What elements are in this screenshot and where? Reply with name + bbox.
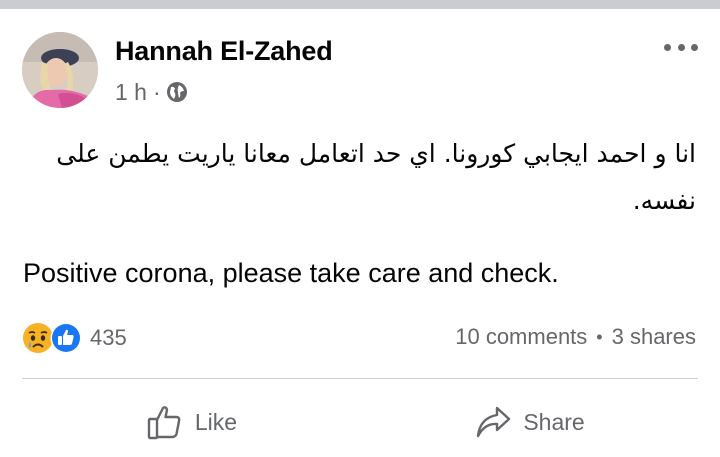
more-options-icon[interactable] — [664, 40, 698, 54]
avatar[interactable] — [22, 32, 98, 108]
more-dot — [664, 43, 671, 51]
reaction-icons — [22, 322, 82, 354]
stats-separator: • — [596, 326, 603, 347]
like-reaction-icon — [50, 322, 82, 354]
shares-count[interactable]: 3 shares — [612, 324, 696, 350]
like-button[interactable]: Like — [22, 392, 360, 452]
post-time[interactable]: 1 h — [115, 79, 147, 106]
share-arrow-icon — [477, 406, 511, 438]
comments-count[interactable]: 10 comments — [455, 324, 587, 350]
post-meta: 1 h · — [115, 77, 188, 107]
thumbs-up-icon — [147, 406, 181, 440]
like-label: Like — [194, 408, 238, 435]
post-text-english: Positive corona, please take care and ch… — [23, 258, 559, 288]
post-actions: Like Share — [22, 392, 698, 452]
top-divider-strip — [0, 0, 720, 9]
more-dot — [677, 43, 685, 51]
post-header: Hannah El-Zahed 1 h · — [22, 32, 698, 108]
post-text-arabic: انا و احمد ايجابي كورونا. اي حد اتعامل م… — [56, 139, 696, 215]
share-label: Share — [523, 408, 585, 435]
meta-separator: · — [152, 78, 161, 105]
engagement-stats: 10 comments • 3 shares — [455, 324, 696, 350]
reaction-count: 435 — [90, 325, 127, 350]
actions-divider — [22, 378, 698, 379]
author-name[interactable]: Hannah El-Zahed — [115, 36, 333, 67]
share-button[interactable]: Share — [360, 392, 698, 452]
reactions-summary[interactable]: 435 — [22, 322, 127, 354]
globe-icon[interactable] — [166, 81, 188, 103]
more-dot — [691, 43, 698, 51]
